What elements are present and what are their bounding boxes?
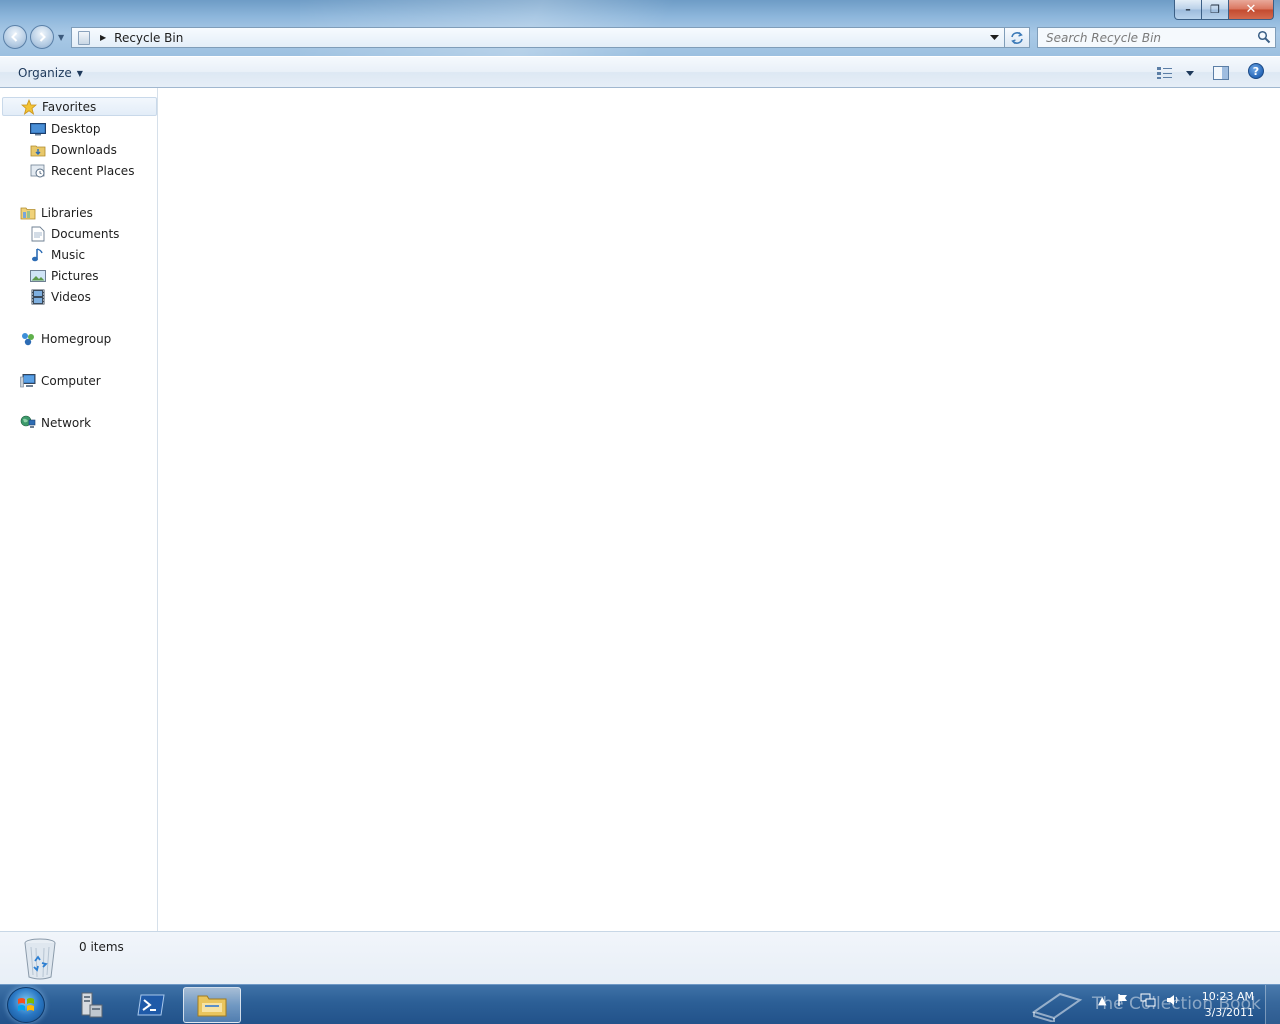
- nav-favorites[interactable]: Favorites: [2, 97, 157, 116]
- nav-desktop[interactable]: Desktop: [30, 119, 101, 138]
- nav-downloads[interactable]: Downloads: [30, 140, 117, 159]
- nav-network[interactable]: Network: [20, 413, 91, 432]
- nav-libraries[interactable]: Libraries: [20, 203, 93, 222]
- nav-pictures[interactable]: Pictures: [30, 266, 99, 285]
- forward-button[interactable]: [30, 25, 54, 49]
- server-manager-icon: [81, 992, 103, 1018]
- nav-libraries-label: Libraries: [41, 205, 93, 220]
- recent-pages-dropdown[interactable]: ▼: [58, 33, 64, 42]
- arrow-left-icon: [11, 32, 18, 42]
- refresh-button[interactable]: [1005, 27, 1030, 48]
- breadcrumb-separator-icon[interactable]: ▶: [100, 33, 106, 42]
- navigation-pane: Favorites Desktop Downloads Recent Place…: [0, 88, 158, 931]
- show-desktop-button[interactable]: [1265, 985, 1280, 1024]
- view-details-icon: [1157, 67, 1172, 79]
- star-icon: [21, 98, 37, 115]
- nav-documents[interactable]: Documents: [30, 224, 119, 243]
- command-bar: Organize ▼: [0, 56, 1280, 88]
- nav-videos[interactable]: Videos: [30, 287, 91, 306]
- nav-homegroup-label: Homegroup: [41, 331, 112, 346]
- details-pane: 0 items: [0, 931, 1280, 984]
- chevron-down-icon: [989, 34, 999, 40]
- libraries-icon: [20, 205, 36, 221]
- nav-favorites-label: Favorites: [42, 99, 97, 114]
- taskbar-powershell[interactable]: [122, 987, 180, 1023]
- preview-pane-button[interactable]: [1212, 64, 1230, 82]
- desktop-icon: [30, 121, 46, 137]
- address-dropdown-button[interactable]: [984, 28, 1004, 47]
- system-clock[interactable]: 10:23 AM 3/3/2011: [1202, 989, 1254, 1021]
- downloads-folder-icon: [30, 142, 46, 158]
- search-box[interactable]: [1037, 27, 1276, 48]
- arrow-right-icon: [39, 32, 46, 42]
- search-input[interactable]: [1044, 29, 1253, 46]
- search-icon[interactable]: [1257, 30, 1271, 44]
- close-button[interactable]: ✕: [1229, 0, 1274, 20]
- nav-recent-places[interactable]: Recent Places: [30, 161, 134, 180]
- nav-computer[interactable]: Computer: [20, 371, 101, 390]
- maximize-button[interactable]: ❐: [1202, 0, 1229, 20]
- show-hidden-icons-icon[interactable]: ▲: [1098, 994, 1106, 1007]
- back-button[interactable]: [3, 25, 27, 49]
- file-list-area[interactable]: [159, 88, 1280, 931]
- nav-desktop-label: Desktop: [51, 121, 101, 136]
- chevron-down-icon: ▼: [76, 68, 83, 78]
- book-logo-icon: [1031, 992, 1083, 1022]
- chevron-down-icon[interactable]: [1186, 70, 1194, 76]
- item-count: 0 items: [79, 940, 124, 954]
- title-bar: – ❐ ✕ ▼ ▶ Recycle Bin: [0, 0, 1280, 56]
- taskbar-server-manager[interactable]: [61, 987, 119, 1023]
- preview-pane-icon: [1213, 66, 1229, 80]
- minimize-button[interactable]: –: [1174, 0, 1202, 20]
- nav-documents-label: Documents: [51, 226, 120, 241]
- pictures-icon: [30, 268, 46, 284]
- music-note-icon: [30, 247, 46, 263]
- notification-area: ▲: [1098, 993, 1180, 1007]
- nav-music-label: Music: [51, 247, 86, 262]
- nav-computer-label: Computer: [41, 373, 101, 388]
- address-bar[interactable]: ▶ Recycle Bin: [71, 27, 1005, 48]
- nav-downloads-label: Downloads: [51, 142, 117, 157]
- powershell-icon: [137, 994, 165, 1016]
- network-status-icon[interactable]: [1140, 993, 1156, 1007]
- breadcrumb-recycle-bin[interactable]: Recycle Bin: [114, 31, 183, 45]
- videos-filmstrip-icon: [30, 289, 46, 305]
- action-center-flag-icon[interactable]: [1116, 993, 1130, 1007]
- recycle-bin-small-icon: [78, 30, 90, 45]
- change-view-button[interactable]: [1156, 65, 1196, 81]
- nav-network-label: Network: [41, 415, 92, 430]
- start-button[interactable]: [7, 987, 45, 1023]
- documents-icon: [30, 226, 46, 242]
- clock-date: 3/3/2011: [1204, 1006, 1254, 1019]
- clock-time: 10:23 AM: [1201, 990, 1254, 1003]
- recycle-bin-icon: [24, 938, 56, 980]
- taskbar-windows-explorer[interactable]: [183, 987, 241, 1023]
- nav-recent-places-label: Recent Places: [51, 163, 135, 178]
- network-icon: [20, 415, 36, 431]
- nav-pictures-label: Pictures: [51, 268, 99, 283]
- help-button[interactable]: ?: [1248, 63, 1264, 79]
- windows-logo-icon: [18, 998, 34, 1011]
- recent-places-icon: [30, 163, 46, 179]
- caption-buttons: – ❐ ✕: [1174, 0, 1274, 20]
- nav-homegroup[interactable]: Homegroup: [20, 329, 111, 348]
- organize-button[interactable]: Organize ▼: [12, 63, 89, 83]
- speaker-icon[interactable]: [1166, 993, 1180, 1007]
- folder-icon: [197, 995, 227, 1017]
- computer-icon: [20, 373, 36, 389]
- nav-videos-label: Videos: [51, 289, 91, 304]
- taskbar: The Collection Book ▲ 10:23 AM 3/3/2011: [0, 984, 1280, 1024]
- nav-music[interactable]: Music: [30, 245, 85, 264]
- homegroup-icon: [20, 331, 36, 347]
- refresh-icon: [1011, 31, 1023, 44]
- organize-label: Organize: [18, 66, 72, 80]
